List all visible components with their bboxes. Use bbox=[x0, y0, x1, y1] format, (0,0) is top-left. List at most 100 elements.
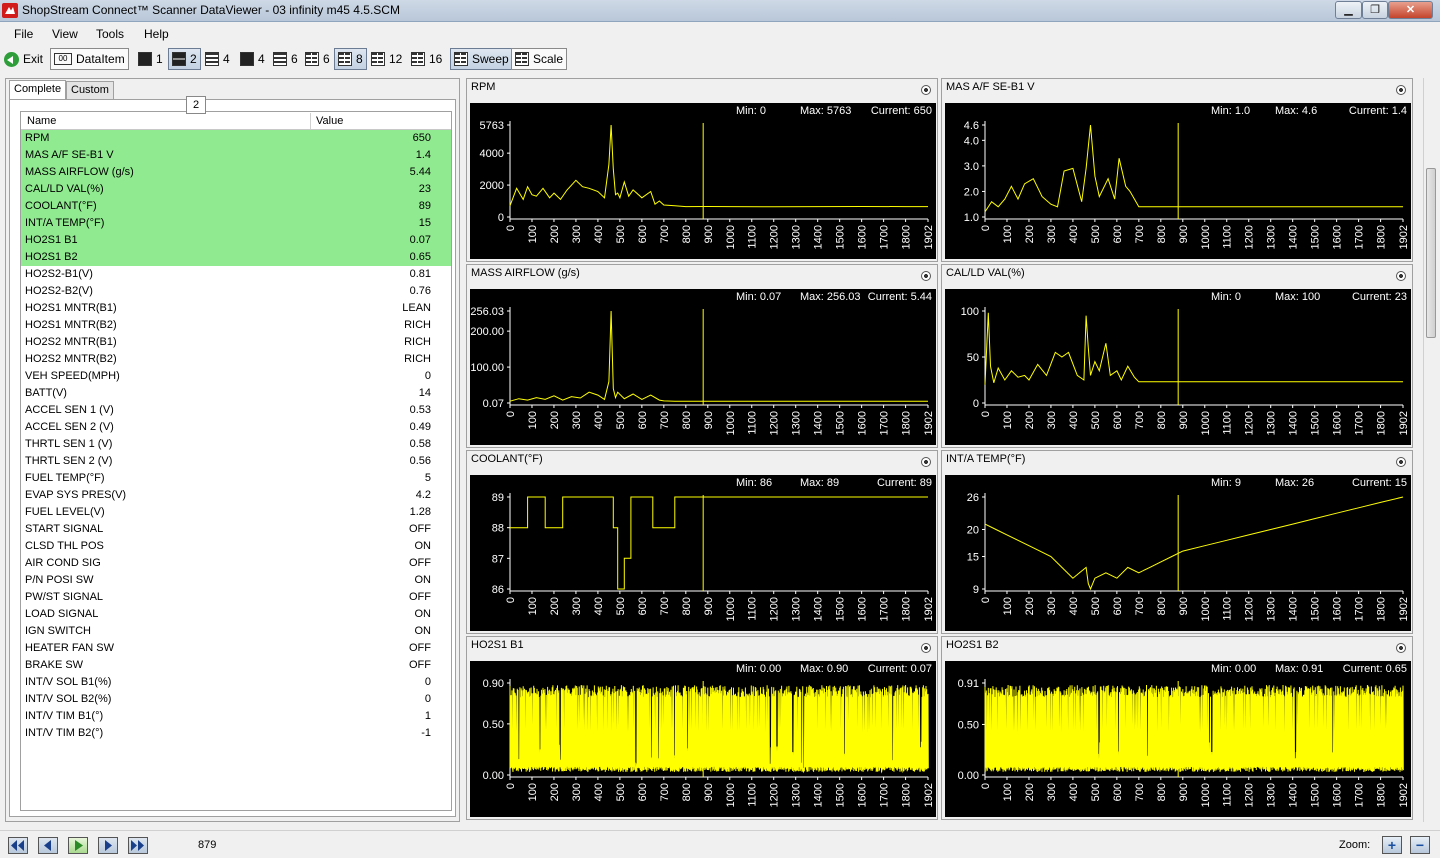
table-row[interactable]: HO2S1 B1 0.07 bbox=[21, 232, 451, 249]
graph-select-radio[interactable] bbox=[921, 457, 931, 467]
graph-panel-int-a-temp-f[interactable]: INT/A TEMP(°F) Min: 9 Max: 26 Current: 15 9 1… bbox=[941, 450, 1413, 634]
table-row[interactable]: COOLANT(°F) 89 bbox=[21, 198, 451, 215]
table-row[interactable]: ACCEL SEN 2 (V) 0.49 bbox=[21, 419, 451, 436]
x-tick-label: 1200 bbox=[769, 783, 781, 807]
play-button[interactable] bbox=[68, 837, 88, 854]
table-row[interactable]: HO2S2-B1(V) 0.81 bbox=[21, 266, 451, 283]
maximize-button[interactable]: ❐ bbox=[1362, 1, 1388, 19]
table-row[interactable]: HO2S1 MNTR(B2) RICH bbox=[21, 317, 451, 334]
go-last-button[interactable] bbox=[128, 837, 148, 854]
graph-panel-mass-airflow-g-s[interactable]: MASS AIRFLOW (g/s) Min: 0.07 Max: 256.03 Cu… bbox=[466, 264, 938, 448]
x-tick-label: 1500 bbox=[1310, 225, 1322, 249]
dataitem-button[interactable]: 00 DataItem bbox=[50, 48, 129, 70]
layout-6-button[interactable]: 6 bbox=[270, 48, 301, 70]
table-row[interactable]: PW/ST SIGNAL OFF bbox=[21, 589, 451, 606]
x-tick-label: 1600 bbox=[1332, 783, 1344, 807]
graph-panel-ho2s1-b2[interactable]: HO2S1 B2 Min: 0.00 Max: 0.91 Current: 0.65 0… bbox=[941, 636, 1413, 820]
table-row[interactable]: LOAD SIGNAL ON bbox=[21, 606, 451, 623]
tab-custom[interactable]: Custom bbox=[66, 81, 114, 99]
vertical-scrollbar[interactable] bbox=[1423, 78, 1437, 822]
y-tick-label: 89 bbox=[492, 492, 504, 504]
table-row[interactable]: THRTL SEN 1 (V) 0.58 bbox=[21, 436, 451, 453]
table-row[interactable]: INT/V SOL B2(%) 0 bbox=[21, 691, 451, 708]
table-row[interactable]: IGN SWITCH ON bbox=[21, 623, 451, 640]
table-row[interactable]: INT/A TEMP(°F) 15 bbox=[21, 215, 451, 232]
x-tick-label: 200 bbox=[1024, 225, 1036, 243]
column-separator[interactable] bbox=[310, 113, 311, 129]
graph-title: INT/A TEMP(°F) bbox=[946, 453, 1026, 465]
graph-panel-coolant-f[interactable]: COOLANT(°F) Min: 86 Max: 89 Current: 89 86 87… bbox=[466, 450, 938, 634]
layout-8-button[interactable]: 8 bbox=[334, 48, 367, 70]
layout-2-icon bbox=[172, 52, 186, 66]
table-row[interactable]: HEATER FAN SW OFF bbox=[21, 640, 451, 657]
table-row[interactable]: AIR COND SIG OFF bbox=[21, 555, 451, 572]
tab-complete[interactable]: Complete bbox=[9, 80, 67, 100]
table-row[interactable]: START SIGNAL OFF bbox=[21, 521, 451, 538]
x-tick-label: 900 bbox=[703, 411, 715, 429]
minimize-button[interactable]: ▁ bbox=[1335, 1, 1362, 19]
table-row[interactable]: P/N POSI SW ON bbox=[21, 572, 451, 589]
table-row[interactable]: CLSD THL POS ON bbox=[21, 538, 451, 555]
table-row[interactable]: CAL/LD VAL(%) 23 bbox=[21, 181, 451, 198]
row-name: HO2S1 MNTR(B1) bbox=[25, 302, 117, 314]
step-forward-button[interactable] bbox=[98, 837, 118, 854]
table-row[interactable]: FUEL LEVEL(V) 1.28 bbox=[21, 504, 451, 521]
layout-12-button[interactable]: 12 bbox=[368, 48, 405, 70]
column-header-name[interactable]: Name bbox=[27, 115, 56, 127]
menu-tools[interactable]: Tools bbox=[96, 27, 124, 41]
table-row[interactable]: THRTL SEN 2 (V) 0.56 bbox=[21, 453, 451, 470]
table-row[interactable]: MAS A/F SE-B1 V 1.4 bbox=[21, 147, 451, 164]
table-row[interactable]: INT/V TIM B1(°) 1 bbox=[21, 708, 451, 725]
layout-16-button[interactable]: 16 bbox=[408, 48, 445, 70]
x-tick-label: 600 bbox=[1112, 597, 1124, 615]
scale-button[interactable]: Scale bbox=[511, 48, 568, 70]
graph-select-radio[interactable] bbox=[921, 271, 931, 281]
table-row[interactable]: BRAKE SW OFF bbox=[21, 657, 451, 674]
step-back-button[interactable] bbox=[38, 837, 58, 854]
table-row[interactable]: HO2S1 MNTR(B1) LEAN bbox=[21, 300, 451, 317]
menu-view[interactable]: View bbox=[52, 27, 78, 41]
scrollbar-thumb[interactable] bbox=[1426, 168, 1436, 338]
table-row[interactable]: HO2S2 MNTR(B1) RICH bbox=[21, 334, 451, 351]
table-row[interactable]: VEH SPEED(MPH) 0 bbox=[21, 368, 451, 385]
table-row[interactable]: FUEL TEMP(°F) 5 bbox=[21, 470, 451, 487]
table-row[interactable]: INT/V SOL B1(%) 0 bbox=[21, 674, 451, 691]
data-series-line bbox=[509, 684, 929, 774]
layout-4-grid-button[interactable]: 4 bbox=[237, 48, 268, 70]
zoom-out-button[interactable]: − bbox=[1410, 836, 1430, 854]
graph-select-radio[interactable] bbox=[921, 643, 931, 653]
column-header-value[interactable]: Value bbox=[316, 115, 343, 127]
graph-panel-rpm[interactable]: RPM Min: 0 Max: 5763 Current: 650 0 2000 4000 5… bbox=[466, 78, 938, 262]
x-tick-label: 1000 bbox=[725, 225, 737, 249]
table-row[interactable]: HO2S2-B2(V) 0.76 bbox=[21, 283, 451, 300]
go-first-button[interactable] bbox=[8, 837, 28, 854]
table-row[interactable]: RPM 650 bbox=[21, 130, 451, 147]
graph-panel-mas-a-f-se-b1-v[interactable]: MAS A/F SE-B1 V Min: 1.0 Max: 4.6 Current: … bbox=[941, 78, 1413, 262]
layout-2-button[interactable]: 2 bbox=[168, 48, 201, 70]
layout-1-button[interactable]: 1 bbox=[135, 48, 166, 70]
zoom-in-button[interactable]: + bbox=[1382, 836, 1402, 854]
graph-panel-ho2s1-b1[interactable]: HO2S1 B1 Min: 0.00 Max: 0.90 Current: 0.07 0… bbox=[466, 636, 938, 820]
graph-panel-cal-ld-val[interactable]: CAL/LD VAL(%) Min: 0 Max: 100 Current: 23 0 5… bbox=[941, 264, 1413, 448]
graph-select-radio[interactable] bbox=[1396, 271, 1406, 281]
layout-4-button[interactable]: 4 bbox=[202, 48, 233, 70]
close-button[interactable]: ✕ bbox=[1388, 1, 1433, 19]
graph-select-radio[interactable] bbox=[1396, 457, 1406, 467]
table-row[interactable]: BATT(V) 14 bbox=[21, 385, 451, 402]
sweep-button[interactable]: Sweep bbox=[450, 48, 513, 70]
table-row[interactable]: INT/V TIM B2(°) -1 bbox=[21, 725, 451, 742]
graph-select-radio[interactable] bbox=[921, 85, 931, 95]
graph-select-radio[interactable] bbox=[1396, 85, 1406, 95]
graph-select-radio[interactable] bbox=[1396, 643, 1406, 653]
exit-button[interactable]: Exit bbox=[1, 48, 46, 70]
table-row[interactable]: HO2S2 MNTR(B2) RICH bbox=[21, 351, 451, 368]
layout-6-grid-button[interactable]: 6 bbox=[302, 48, 333, 70]
table-row[interactable]: EVAP SYS PRES(V) 4.2 bbox=[21, 487, 451, 504]
data-series-line bbox=[984, 684, 1404, 773]
menu-file[interactable]: File bbox=[14, 27, 33, 41]
table-row[interactable]: ACCEL SEN 1 (V) 0.53 bbox=[21, 402, 451, 419]
menu-help[interactable]: Help bbox=[144, 27, 169, 41]
table-row[interactable]: HO2S1 B2 0.65 bbox=[21, 249, 451, 266]
x-tick-label: 1000 bbox=[725, 597, 737, 621]
table-row[interactable]: MASS AIRFLOW (g/s) 5.44 bbox=[21, 164, 451, 181]
